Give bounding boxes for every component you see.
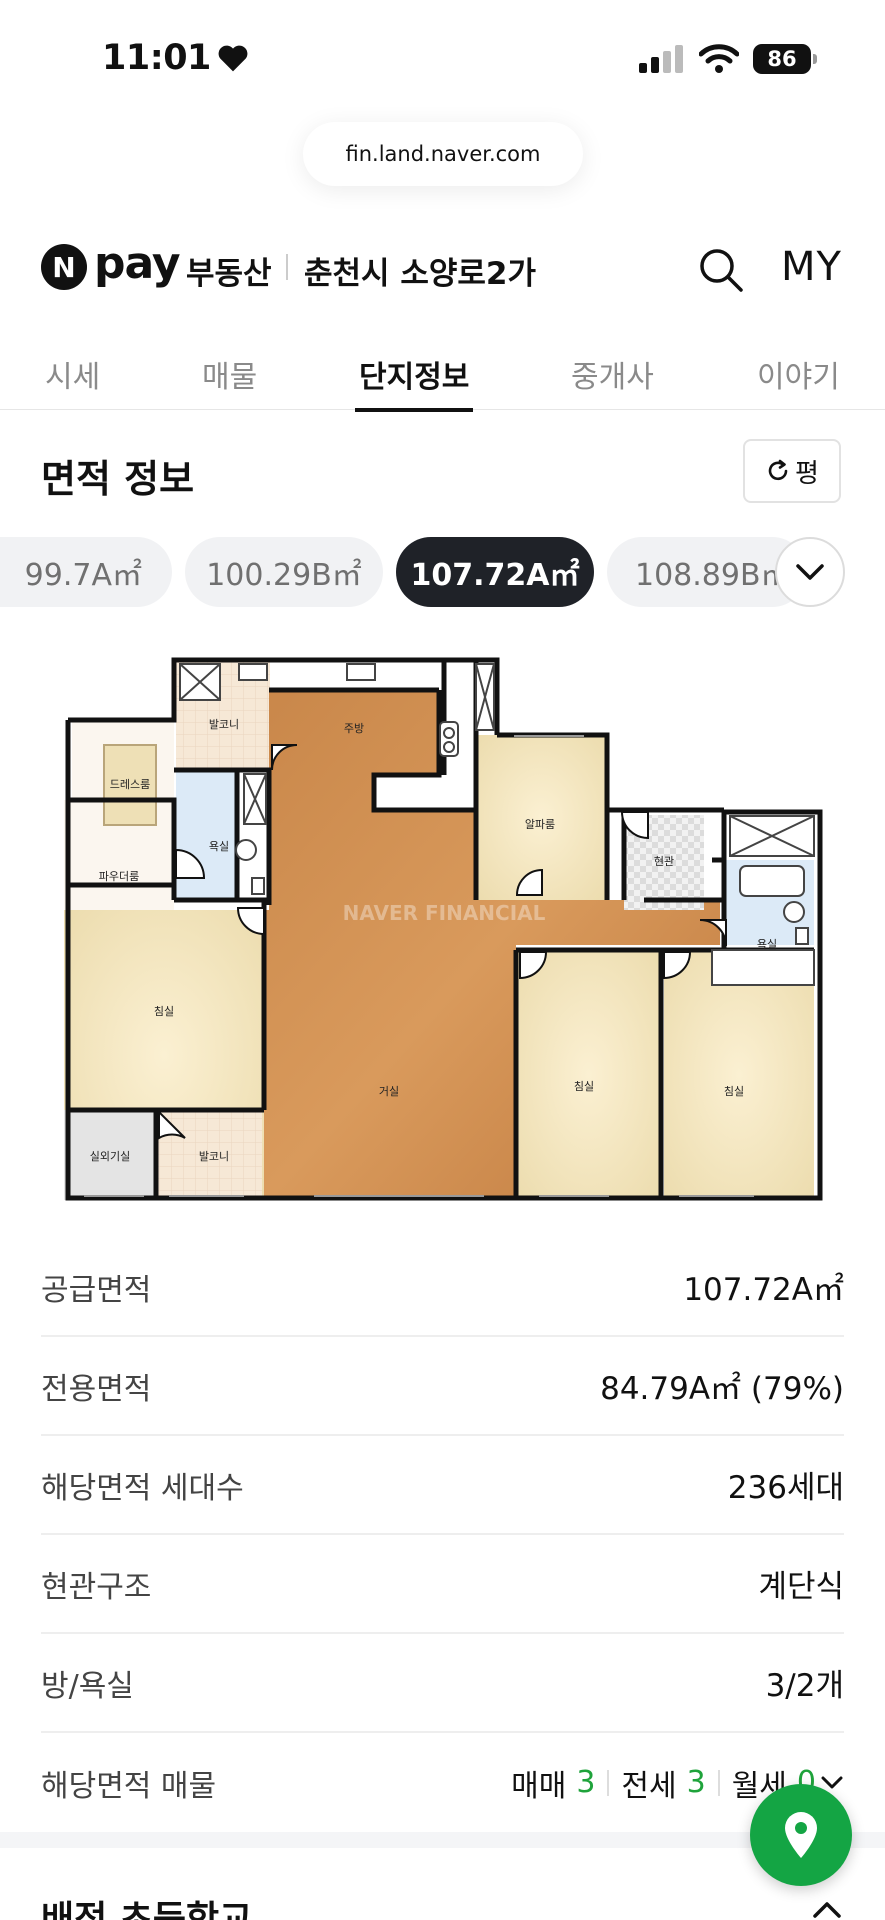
chevron-down-icon: [821, 1776, 843, 1788]
tab-listings[interactable]: 매물: [202, 352, 257, 410]
chevron-down-icon: [796, 564, 824, 580]
info-label: 전용면적: [41, 1371, 152, 1407]
area-chip-row: 99.7A㎡ 100.29B㎡ 107.72A㎡ 108.89B㎡: [0, 537, 885, 609]
tab-bar: 시세 매물 단지정보 중개사 이야기: [0, 340, 885, 412]
info-label: 방/욕실: [41, 1668, 134, 1704]
tab-price[interactable]: 시세: [45, 352, 100, 410]
info-row-households: 해당면적 세대수 236세대: [41, 1436, 844, 1535]
search-icon: [700, 249, 743, 292]
info-label: 해당면적 매물: [41, 1768, 217, 1804]
battery-icon: 86: [753, 44, 817, 74]
room-label-bath-right: 욕실: [757, 938, 777, 951]
room-label-outdoor-unit: 실외기실: [90, 1150, 130, 1163]
room-label-balcony-bottom: 발코니: [199, 1150, 229, 1163]
map-pin-icon: [785, 1812, 817, 1858]
url-bar[interactable]: fin.land.naver.com: [303, 122, 583, 186]
header-divider: [286, 254, 288, 280]
listing-separator: [717, 1769, 720, 1796]
info-label: 해당면적 세대수: [41, 1470, 244, 1506]
expand-chips-button[interactable]: [775, 537, 845, 607]
service-name[interactable]: 부동산: [186, 248, 272, 293]
map-location-button[interactable]: [750, 1784, 852, 1886]
room-label-bedroom-left: 침실: [154, 1005, 174, 1018]
tab-stories[interactable]: 이야기: [757, 352, 840, 410]
floor-plan-image: 발코니 주방 드레스룸 욕실 알파룸 현관 파우더룸 욕실 침실 거실 침실 침…: [64, 657, 823, 1201]
tab-agents[interactable]: 중개사: [571, 352, 654, 410]
area-info-list: 공급면적 107.72A㎡ 전용면적 84.79A㎡ (79%) 해당면적 세대…: [41, 1238, 844, 1832]
info-row-exclusive-area: 전용면적 84.79A㎡ (79%): [41, 1337, 844, 1436]
section-title: 면적 정보: [41, 457, 195, 501]
unit-toggle-button[interactable]: 평: [743, 439, 841, 503]
status-icons: 86: [639, 44, 817, 74]
info-value: 계단식: [758, 1569, 844, 1605]
sale-label: 매매: [511, 1768, 567, 1804]
jeonse-count: 3: [686, 1765, 706, 1800]
room-label-kitchen: 주방: [344, 722, 364, 735]
search-button[interactable]: [697, 246, 745, 294]
info-value: 84.79A㎡ (79%): [600, 1371, 844, 1407]
app-header: N pay 부동산 춘천시 소양로2가 MY: [0, 232, 885, 308]
area-chip-label: 99.7A㎡: [24, 558, 142, 593]
info-label: 공급면적: [41, 1272, 152, 1308]
info-row-supply-area: 공급면적 107.72A㎡: [41, 1238, 844, 1337]
room-label-powder: 파우더룸: [99, 870, 139, 883]
chevron-up-icon[interactable]: [812, 1900, 842, 1920]
clock-text: 11:01: [102, 38, 211, 78]
area-chip-selected[interactable]: 107.72A㎡: [396, 537, 594, 607]
room-label-bedroom-right: 침실: [724, 1085, 744, 1098]
page-title: 춘천시 소양로2가: [304, 256, 537, 292]
cellular-signal-icon: [639, 45, 683, 73]
info-value: 236세대: [727, 1470, 844, 1506]
info-row-listings[interactable]: 해당면적 매물 매매 3 전세 3 월세 0: [41, 1733, 844, 1832]
next-section-title: 배정 초등학교: [41, 1899, 253, 1920]
room-label-bedroom-mid: 침실: [574, 1080, 594, 1093]
my-button[interactable]: MY: [781, 244, 842, 290]
area-chip[interactable]: 100.29B㎡: [185, 537, 383, 607]
area-chip-label: 108.89B㎡: [635, 558, 791, 593]
area-chip-label: 100.29B㎡: [206, 558, 362, 593]
refresh-icon: [768, 459, 788, 481]
room-label-living: 거실: [379, 1085, 399, 1098]
status-bar: 11:01 86: [0, 0, 885, 118]
room-label-bath-left: 욕실: [209, 840, 229, 853]
sale-count: 3: [576, 1765, 596, 1800]
area-chip[interactable]: 99.7A㎡: [0, 537, 172, 607]
room-label-dressroom: 드레스룸: [110, 778, 150, 791]
area-chip-label: 107.72A㎡: [410, 558, 580, 593]
info-label: 현관구조: [41, 1569, 152, 1605]
heart-icon: [218, 45, 248, 72]
tab-complex-info[interactable]: 단지정보: [354, 352, 474, 412]
bedroom-right-floor: [664, 950, 814, 1200]
battery-level: 86: [767, 47, 797, 71]
jeonse-label: 전세: [621, 1768, 677, 1804]
listing-separator: [607, 1769, 610, 1796]
info-row-rooms-baths: 방/욕실 3/2개: [41, 1634, 844, 1733]
status-time: 11:01: [102, 38, 249, 78]
bedroom-mid-floor: [516, 950, 661, 1200]
info-value: 3/2개: [765, 1668, 844, 1704]
room-label-balcony-top: 발코니: [209, 718, 239, 731]
logo-n-text: N: [52, 250, 76, 284]
wifi-icon: [699, 44, 739, 73]
bath-left-floor: [176, 770, 236, 900]
naver-logo-icon[interactable]: N: [41, 244, 87, 290]
room-label-entrance: 현관: [654, 855, 674, 868]
watermark-text: NAVER FINANCIAL: [343, 901, 546, 925]
logo-pay-text[interactable]: pay: [94, 238, 181, 289]
unit-label: 평: [795, 458, 819, 489]
info-row-entrance-type: 현관구조 계단식: [41, 1535, 844, 1634]
info-value: 107.72A㎡: [683, 1272, 844, 1308]
room-label-alpha: 알파룸: [525, 817, 555, 831]
url-text: fin.land.naver.com: [345, 142, 541, 166]
